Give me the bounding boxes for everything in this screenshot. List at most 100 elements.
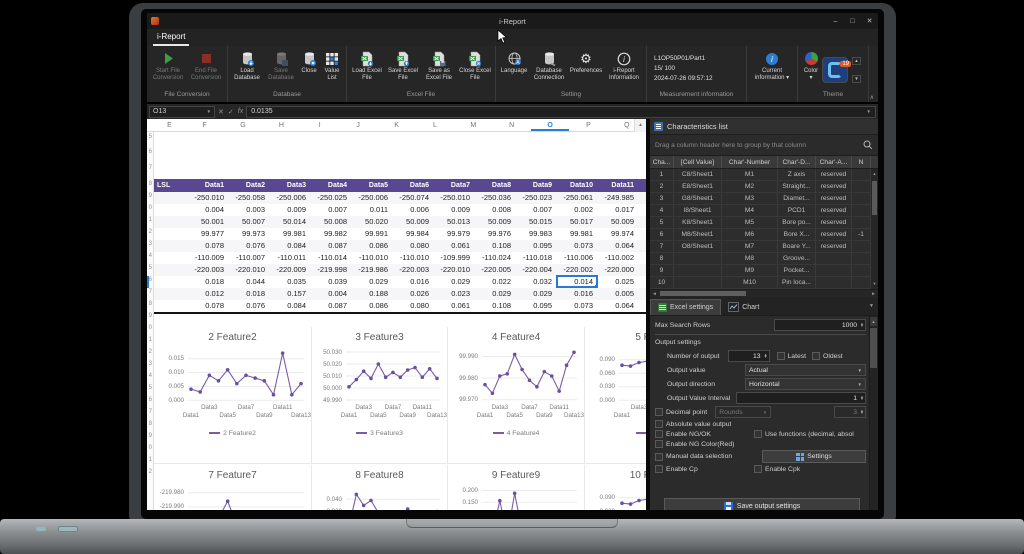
- sheet-cell[interactable]: 50.009: [475, 216, 516, 228]
- sheet-cell[interactable]: -250.036: [475, 192, 516, 204]
- sheet-cell[interactable]: -250.061: [557, 192, 598, 204]
- sheet-cell[interactable]: 0.018: [188, 276, 229, 288]
- sheet-cell[interactable]: 0.016: [393, 276, 434, 288]
- sheet-cell[interactable]: -110.009: [188, 252, 229, 264]
- sheet-header-cell[interactable]: Data5: [352, 179, 393, 192]
- row-header[interactable]: 0: [149, 205, 152, 211]
- sheet-cell[interactable]: 0.064: [598, 240, 639, 252]
- sheet-cell[interactable]: 0.039: [311, 276, 352, 288]
- sheet-cell[interactable]: 0.029: [475, 288, 516, 300]
- sheet-cell[interactable]: -220.004: [516, 264, 557, 276]
- characteristics-vscrollbar[interactable]: ▲ ▼: [871, 169, 878, 289]
- sheet-cell[interactable]: 0.157: [270, 288, 311, 300]
- sheet-cell[interactable]: -250.006: [270, 192, 311, 204]
- row-header[interactable]: 9: [149, 193, 152, 199]
- sheet-cell[interactable]: 0.022: [475, 276, 516, 288]
- sheet-cell[interactable]: -110.024: [475, 252, 516, 264]
- sheet-cell[interactable]: 50.020: [352, 216, 393, 228]
- close-database-button[interactable]: Close: [298, 46, 320, 91]
- scroll-right-icon[interactable]: ►: [869, 291, 878, 296]
- output-direction-select[interactable]: Horizontal▼: [745, 378, 866, 390]
- row-header[interactable]: 9: [149, 433, 152, 439]
- column-header-J[interactable]: J: [339, 119, 377, 131]
- sheet-cell[interactable]: [154, 264, 188, 276]
- row-header[interactable]: 9: [149, 313, 152, 319]
- sheet-cell[interactable]: -219.998: [311, 264, 352, 276]
- number-of-output-input[interactable]: 13 ▲▼: [728, 350, 770, 362]
- oldest-checkbox[interactable]: [812, 352, 820, 360]
- sheet-header-cell[interactable]: Data2: [229, 179, 270, 192]
- save-as-excel-file-button[interactable]: Save as Excel File: [421, 46, 457, 91]
- column-header-L[interactable]: L: [416, 119, 454, 131]
- sheet-cell[interactable]: 99.974: [598, 228, 639, 240]
- column-header-H[interactable]: H: [262, 119, 300, 131]
- characteristics-row[interactable]: 4I8/Sheet1M4PCD1reserved: [650, 205, 878, 217]
- sheet-cell[interactable]: 0.095: [516, 300, 557, 312]
- sheet-cell[interactable]: 0.007: [311, 204, 352, 216]
- sheet-cell[interactable]: 0.080: [393, 240, 434, 252]
- sheet-cell[interactable]: 0.078: [188, 240, 229, 252]
- tab-i-report[interactable]: i-Report: [153, 30, 189, 46]
- sheet-cell[interactable]: 0.002: [557, 204, 598, 216]
- row-header[interactable]: 2: [149, 229, 152, 235]
- sheet-cell[interactable]: 0.086: [352, 240, 393, 252]
- sheet-cell[interactable]: 0.095: [516, 240, 557, 252]
- sheet-cell[interactable]: 0.029: [516, 288, 557, 300]
- sheet-cell[interactable]: 50.013: [434, 216, 475, 228]
- enable-ngok-checkbox[interactable]: [655, 430, 663, 438]
- sheet-cell[interactable]: 0.029: [434, 276, 475, 288]
- sheet-cell[interactable]: 0.009: [270, 204, 311, 216]
- preferences-button[interactable]: ⚙ Preferences: [568, 46, 604, 91]
- formula-bar-expand-icon[interactable]: ▼: [867, 109, 871, 114]
- sheet-cell[interactable]: 0: [639, 204, 646, 216]
- characteristics-row[interactable]: 5K8/Sheet1M5Bore po...reserved: [650, 217, 878, 229]
- row-header[interactable]: 1: [149, 457, 152, 463]
- sheet-cell[interactable]: -110.006: [557, 252, 598, 264]
- sheet-cell[interactable]: [154, 240, 188, 252]
- load-database-button[interactable]: Load Database: [230, 46, 264, 91]
- characteristics-row[interactable]: 3G8/Sheet1M3Diamet...reserved: [650, 193, 878, 205]
- sheet-cell[interactable]: -110.018: [516, 252, 557, 264]
- sheet-cell[interactable]: 99.981: [557, 228, 598, 240]
- sheet-cell[interactable]: -220: [639, 264, 646, 276]
- sheet-header-cell[interactable]: Data3: [270, 179, 311, 192]
- sheet-cell[interactable]: -220.005: [475, 264, 516, 276]
- settings-button[interactable]: Settings: [762, 450, 866, 463]
- sheet-cell[interactable]: 99: [639, 228, 646, 240]
- sheet-cell[interactable]: 50.009: [393, 216, 434, 228]
- characteristics-column-header[interactable]: Char'-Number: [722, 156, 778, 168]
- column-header-I[interactable]: I: [301, 119, 339, 131]
- column-header-K[interactable]: K: [377, 119, 415, 131]
- manual-data-selection-checkbox[interactable]: [655, 453, 663, 461]
- scroll-down-icon[interactable]: ▼: [871, 279, 878, 289]
- sheet-scroll-up-icon[interactable]: ▲: [634, 119, 646, 132]
- column-header-N[interactable]: N: [493, 119, 531, 131]
- row-header[interactable]: 2: [149, 469, 152, 475]
- name-box-dropdown-icon[interactable]: ▼: [207, 109, 211, 114]
- row-header[interactable]: 1: [149, 337, 152, 343]
- row-header[interactable]: 1: [149, 217, 152, 223]
- sheet-cell[interactable]: 0.044: [229, 276, 270, 288]
- sheet-cell[interactable]: 99.984: [393, 228, 434, 240]
- sheet-cell[interactable]: 99.977: [188, 228, 229, 240]
- sheet-cell[interactable]: 0.078: [188, 300, 229, 312]
- load-excel-file-button[interactable]: Load Excel File: [349, 46, 385, 91]
- sheet-cell[interactable]: 0.087: [311, 300, 352, 312]
- row-header[interactable]: 4: [149, 253, 152, 259]
- sheet-cell[interactable]: [154, 288, 188, 300]
- sheet-cell[interactable]: 0.073: [557, 240, 598, 252]
- sheet-cell[interactable]: 50.017: [557, 216, 598, 228]
- sheet-cell[interactable]: -110.011: [270, 252, 311, 264]
- sheet-cell[interactable]: 0: [639, 240, 646, 252]
- database-connection-button[interactable]: Database Connection: [530, 46, 568, 91]
- save-output-settings-button[interactable]: Save output settings: [664, 498, 860, 510]
- characteristics-column-header[interactable]: Char'-A...: [816, 156, 852, 168]
- characteristics-column-header[interactable]: Char'-D...: [778, 156, 816, 168]
- sheet-cell[interactable]: 0.086: [352, 300, 393, 312]
- close-excel-file-button[interactable]: Close Excel File: [457, 46, 493, 91]
- sheet-header-cell[interactable]: Data8: [475, 179, 516, 192]
- row-header[interactable]: 5: [149, 134, 152, 140]
- characteristics-column-header[interactable]: [Cell Value]: [674, 156, 722, 168]
- sheet-cell[interactable]: 0.023: [434, 288, 475, 300]
- sheet-cell[interactable]: 0.003: [229, 204, 270, 216]
